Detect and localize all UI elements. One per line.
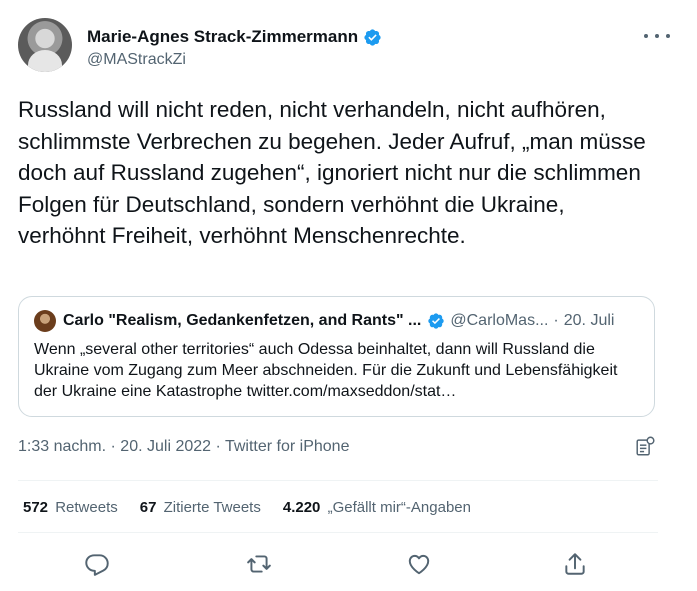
tweet-header: Marie-Agnes Strack-Zimmermann @MAStrackZ…: [18, 18, 680, 74]
verified-badge-icon: [428, 313, 445, 329]
quoted-author-avatar: [34, 310, 56, 332]
quoted-separator: ·: [553, 312, 559, 329]
tweet-stats: 572 Retweets 67 Zitierte Tweets 4.220 „G…: [23, 499, 471, 516]
reply-icon: [85, 554, 109, 576]
more-dot: [655, 34, 659, 38]
quotes-label: Zitierte Tweets: [163, 499, 261, 516]
more-icon[interactable]: [644, 26, 670, 46]
author-avatar[interactable]: [18, 18, 72, 72]
author-display-name[interactable]: Marie-Agnes Strack-Zimmermann: [87, 27, 358, 47]
quoted-tweet-text: Wenn „several other territories“ auch Od…: [34, 341, 618, 400]
reply-button[interactable]: [84, 551, 110, 577]
tweet-meta: 1:33 nachm. · 20. Juli 2022 · Twitter fo…: [18, 438, 349, 456]
tweet-text: Russland will nicht reden, nicht verhand…: [18, 97, 653, 248]
quoted-date: 20. Juli: [563, 312, 615, 329]
divider: [18, 532, 658, 533]
tweet-date[interactable]: 20. Juli 2022: [120, 438, 211, 455]
divider: [18, 480, 658, 481]
quoted-author-handle: @CarloMas...: [450, 312, 549, 329]
retweets-label: Retweets: [55, 499, 118, 516]
retweets-stat[interactable]: 572 Retweets: [23, 499, 118, 516]
quotes-stat[interactable]: 67 Zitierte Tweets: [140, 499, 261, 516]
tweet-source[interactable]: Twitter for iPhone: [225, 438, 350, 455]
retweets-count: 572: [23, 499, 49, 516]
like-button[interactable]: [406, 551, 432, 577]
verified-badge-icon: [364, 28, 381, 46]
quoted-tweet-header: Carlo "Realism, Gedankenfetzen, and Rant…: [34, 310, 639, 332]
quoted-author-name: Carlo "Realism, Gedankenfetzen, and Rant…: [63, 312, 422, 329]
heart-icon: [408, 554, 430, 575]
retweet-button[interactable]: [246, 551, 272, 577]
share-icon: [565, 553, 585, 575]
quoted-tweet[interactable]: Carlo "Realism, Gedankenfetzen, and Rant…: [18, 296, 655, 417]
likes-label: „Gefällt mir“-Angaben: [327, 499, 471, 516]
likes-stat[interactable]: 4.220 „Gefällt mir“-Angaben: [283, 499, 471, 516]
quotes-count: 67: [139, 499, 157, 516]
more-dot: [644, 34, 648, 38]
tweet-actions: [18, 548, 658, 580]
analytics-icon[interactable]: [634, 436, 656, 458]
author-name-row: Marie-Agnes Strack-Zimmermann: [87, 27, 382, 47]
likes-count: 4.220: [282, 499, 321, 516]
share-button[interactable]: [562, 551, 588, 577]
retweet-icon: [247, 555, 271, 573]
author-handle[interactable]: @MAStrackZi: [87, 51, 186, 69]
tweet-time[interactable]: 1:33 nachm.: [18, 438, 106, 455]
meta-separator: ·: [110, 438, 116, 455]
meta-separator: ·: [215, 438, 221, 455]
more-dot: [666, 34, 670, 38]
